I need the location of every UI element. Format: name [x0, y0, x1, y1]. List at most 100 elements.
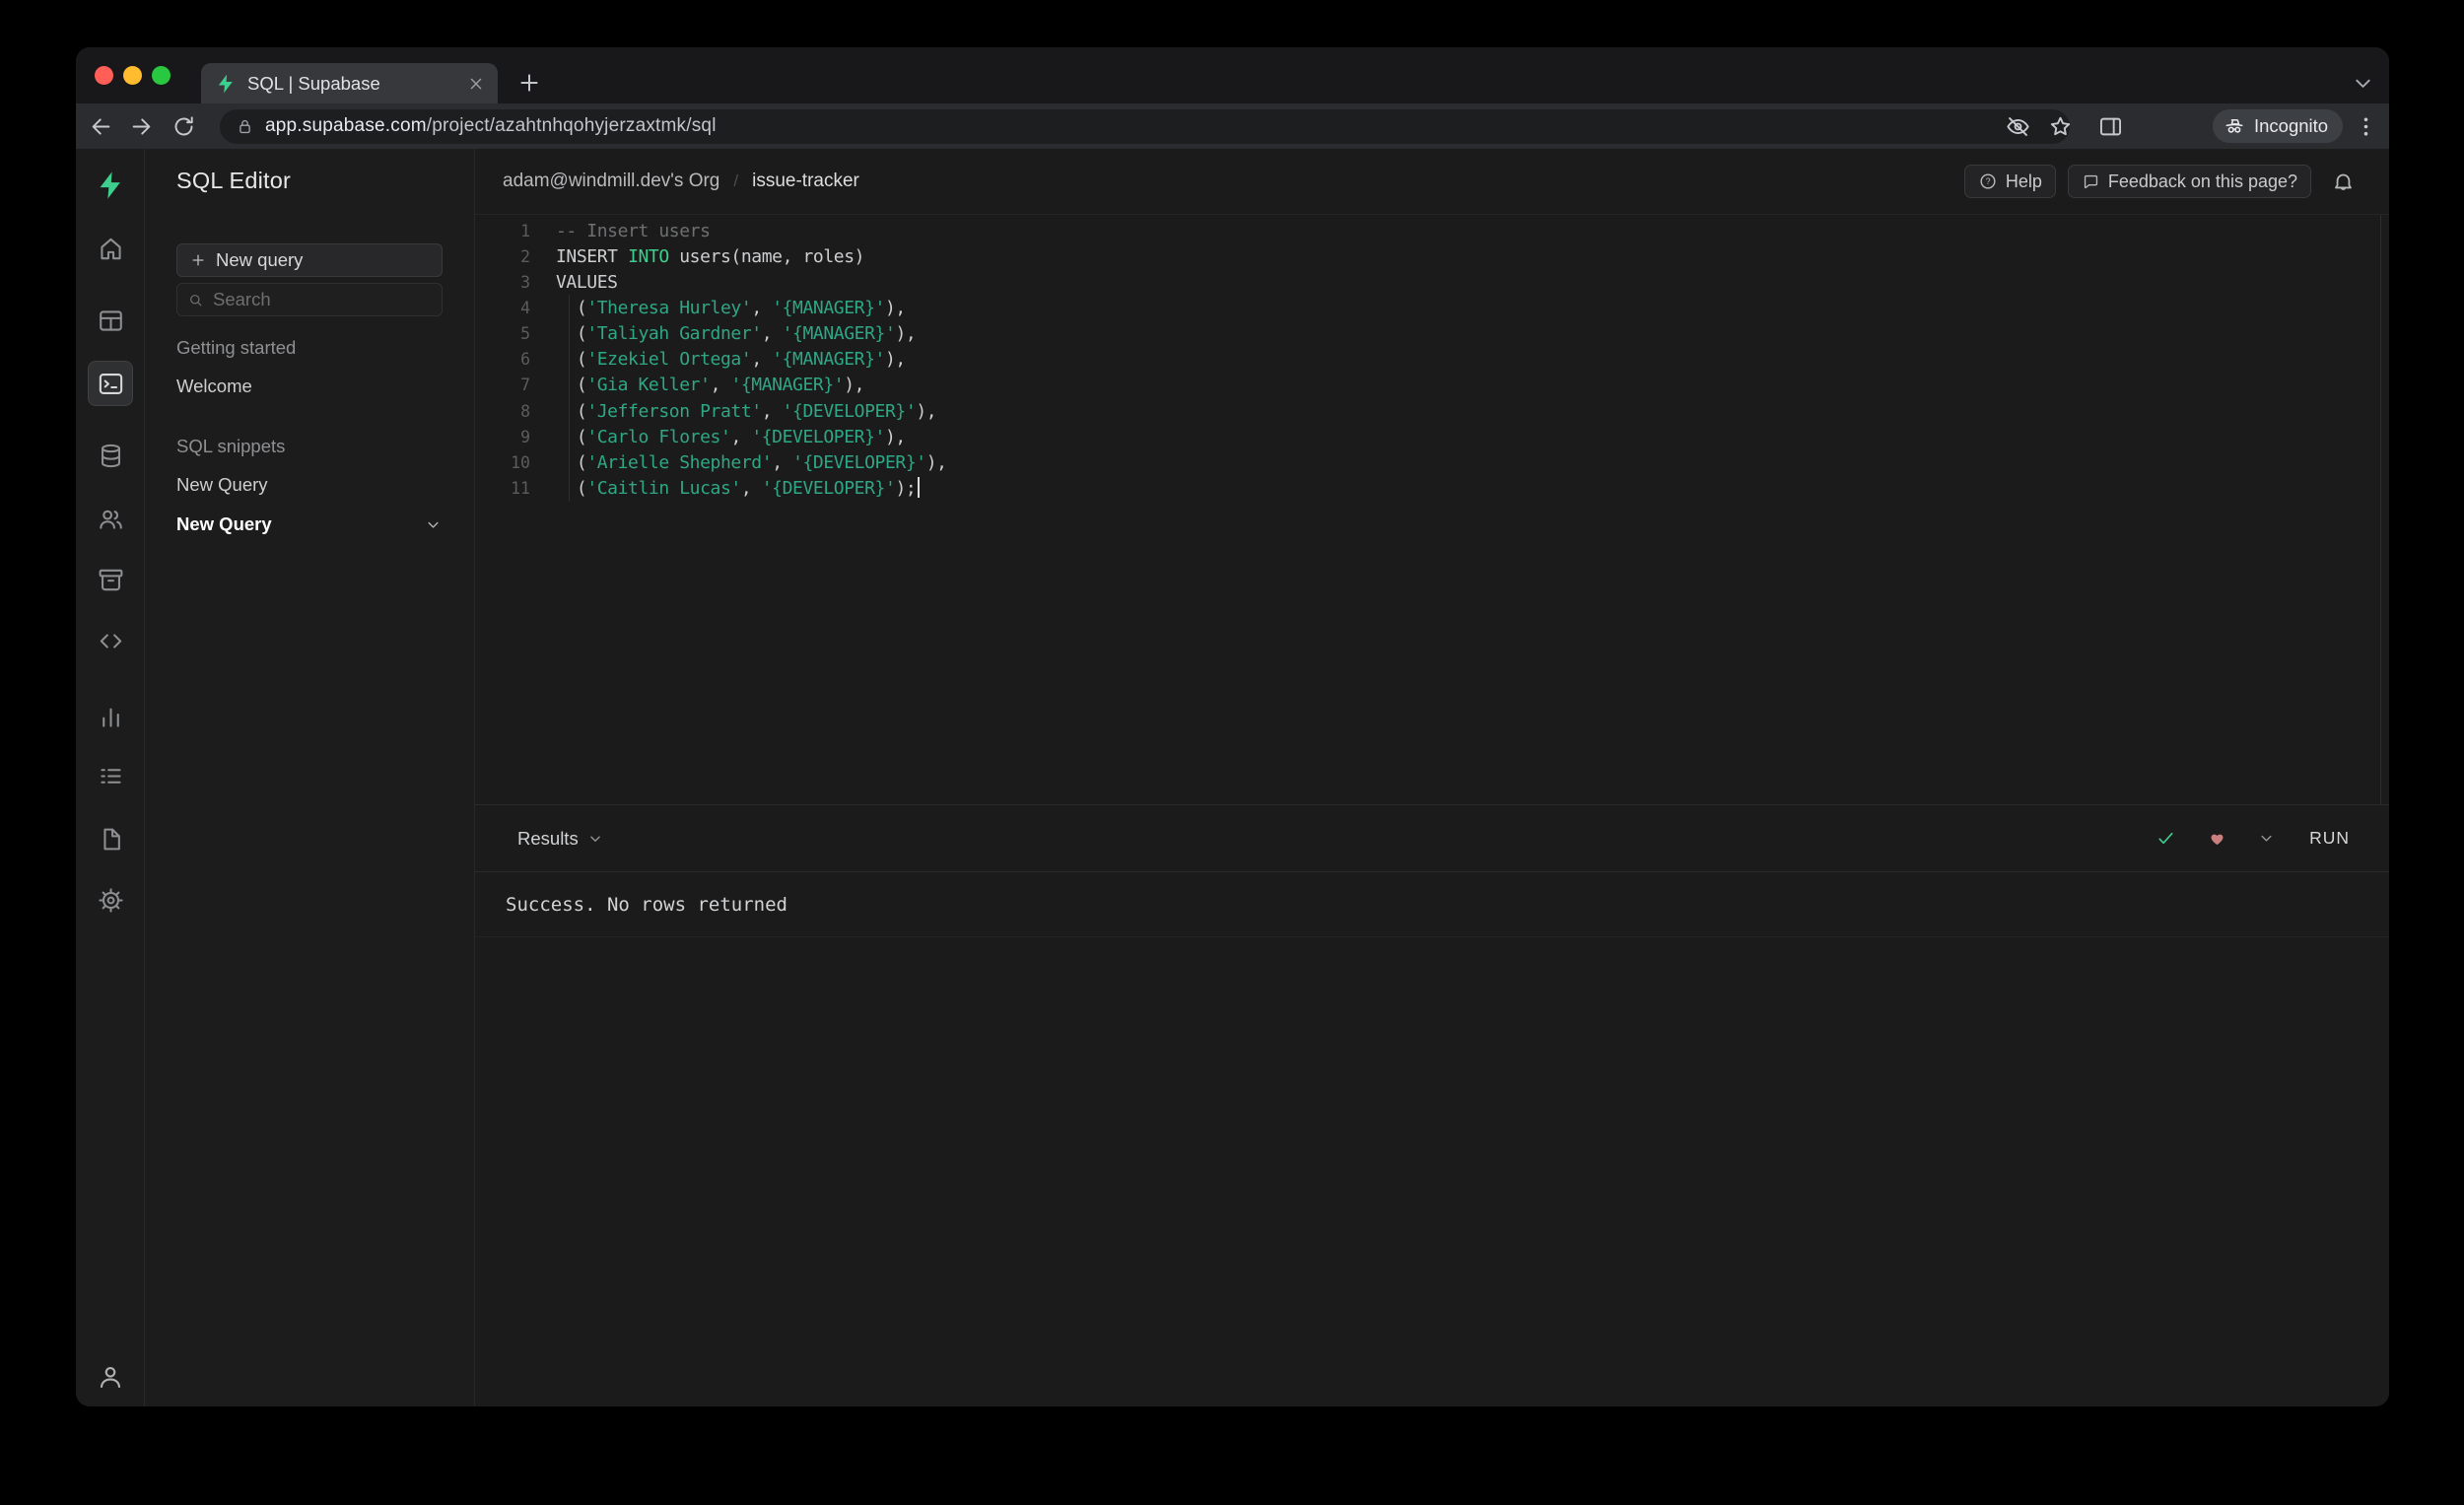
code-token: ), — [895, 323, 917, 345]
results-chevron-icon[interactable] — [586, 830, 604, 848]
home-icon — [97, 235, 125, 263]
editor-scrollbar[interactable] — [2380, 215, 2381, 804]
logs-icon — [97, 762, 125, 790]
help-button[interactable]: ? Help — [1963, 165, 2056, 198]
run-button[interactable]: RUN — [2309, 828, 2350, 849]
tab-search-chevron-icon[interactable] — [2350, 70, 2376, 97]
back-button[interactable] — [88, 113, 114, 140]
reload-button[interactable] — [171, 113, 197, 140]
code-line: 7 ('Gia Keller', '{MANAGER}'), — [475, 373, 2389, 398]
results-bar: Results RUN — [475, 804, 2389, 872]
line-number: 10 — [511, 452, 530, 472]
code-token: , — [730, 426, 752, 447]
forward-button[interactable] — [128, 113, 155, 140]
code-icon — [97, 627, 125, 655]
code-token: INSERT — [556, 245, 629, 267]
line-number: 7 — [520, 376, 530, 395]
results-tab[interactable]: Results — [517, 828, 579, 850]
results-message-text: Success. No rows returned — [506, 893, 787, 916]
code-line: 8 ('Jefferson Pratt', '{DEVELOPER}'), — [475, 398, 2389, 424]
nav-rail — [76, 149, 145, 1406]
settings-icon — [97, 886, 125, 915]
code-token: , — [751, 349, 773, 371]
code-token: VALUES — [556, 271, 618, 293]
tab-close-icon[interactable] — [466, 74, 486, 94]
rail-item-reports[interactable] — [88, 694, 133, 739]
favorite-heart-icon[interactable] — [2207, 828, 2227, 849]
code-token: ( — [556, 478, 587, 500]
results-empty-area — [475, 937, 2389, 1406]
line-number: 1 — [520, 221, 530, 240]
main-content: adam@windmill.dev's Org / issue-tracker ? … — [475, 149, 2389, 1406]
code-token: , — [772, 451, 793, 473]
code-token: users(name, roles) — [668, 245, 865, 267]
rail-item-table-editor[interactable] — [88, 298, 133, 343]
rail-item-sql-editor[interactable] — [88, 361, 133, 406]
window-minimize-button[interactable] — [123, 66, 142, 85]
rail-item-settings[interactable] — [88, 877, 133, 923]
rail-item-logs[interactable] — [88, 753, 133, 798]
code-token: ), — [885, 297, 906, 318]
chat-bubble-icon — [2082, 172, 2100, 191]
rail-item-database[interactable] — [88, 433, 133, 478]
code-token: ), — [925, 451, 947, 473]
browser-menu-icon[interactable] — [2353, 113, 2379, 140]
help-icon: ? — [1978, 171, 1998, 191]
rail-item-storage[interactable] — [88, 557, 133, 602]
line-number: 6 — [520, 350, 530, 370]
feedback-button[interactable]: Feedback on this page? — [2067, 165, 2311, 198]
line-number: 2 — [520, 246, 530, 266]
new-tab-button[interactable] — [515, 69, 543, 97]
sidebar-item-new-query[interactable]: New Query — [176, 508, 443, 541]
text-cursor — [918, 477, 921, 499]
breadcrumb-item[interactable]: adam@windmill.dev's Org — [503, 171, 719, 192]
new-query-button-label: New query — [216, 249, 304, 270]
breadcrumb-item[interactable]: issue-tracker — [752, 171, 859, 192]
code-line: 1 -- Insert users — [475, 218, 2389, 243]
address-bar[interactable]: app.supabase.com/project/azahtnhqohyjerz… — [220, 108, 2070, 144]
rail-item-auth-users[interactable] — [88, 496, 133, 541]
side-panel-icon[interactable] — [2097, 113, 2124, 140]
bookmark-star-icon[interactable] — [2047, 113, 2074, 140]
new-query-button[interactable]: New query — [176, 243, 443, 277]
code-token: 'Carlo Flores' — [586, 426, 731, 447]
code-line: 2 INSERT INTO users(name, roles) — [475, 243, 2389, 269]
account-icon[interactable] — [96, 1362, 125, 1392]
rail-item-home[interactable] — [88, 226, 133, 271]
code-line: 10 ('Arielle Shepherd', '{DEVELOPER}'), — [475, 449, 2389, 475]
window-close-button[interactable] — [95, 66, 113, 85]
incognito-icon — [2224, 115, 2245, 137]
success-check-icon — [2155, 827, 2177, 850]
sql-editor[interactable]: 1 -- Insert users 2 INSERT INTO users(name,… — [475, 215, 2389, 804]
code-text: ('Carlo Flores', '{DEVELOPER}'), — [556, 427, 906, 447]
rail-item-code[interactable] — [88, 618, 133, 663]
supabase-logo[interactable] — [95, 170, 126, 201]
page-title-row: SQL Editor — [176, 149, 443, 212]
code-token: , — [710, 375, 731, 396]
run-options-chevron-icon[interactable] — [2257, 829, 2276, 848]
sidebar-section-label: Getting started — [176, 337, 297, 358]
sidebar-item-label: New Query — [176, 474, 268, 495]
code-token: ), — [844, 375, 865, 396]
line-number: 3 — [520, 272, 530, 292]
line-number: 4 — [520, 298, 530, 317]
sidebar-item-new-query[interactable]: New Query — [176, 468, 443, 502]
code-token: ( — [556, 323, 587, 345]
supabase-app: SQL Editor New query Search Getting star… — [76, 149, 2389, 1406]
code-text: ('Taliyah Gardner', '{MANAGER}'), — [556, 323, 917, 345]
code-token: ( — [556, 451, 587, 473]
incognito-badge[interactable]: Incognito — [2213, 109, 2344, 143]
code-text: ('Gia Keller', '{MANAGER}'), — [556, 375, 865, 396]
browser-tab[interactable]: SQL | Supabase — [201, 63, 498, 103]
code-text: ('Theresa Hurley', '{MANAGER}'), — [556, 298, 906, 318]
rail-item-docs[interactable] — [88, 816, 133, 861]
incognito-label: Incognito — [2254, 115, 2329, 136]
line-number: 5 — [520, 324, 530, 344]
notifications-bell-icon[interactable] — [2331, 170, 2356, 194]
chevron-down-icon[interactable] — [424, 515, 443, 534]
eye-off-icon[interactable] — [2005, 113, 2031, 140]
search-input[interactable]: Search — [176, 283, 443, 316]
line-number: 8 — [520, 401, 530, 421]
window-zoom-button[interactable] — [152, 66, 171, 85]
sidebar-item-welcome[interactable]: Welcome — [176, 370, 443, 403]
